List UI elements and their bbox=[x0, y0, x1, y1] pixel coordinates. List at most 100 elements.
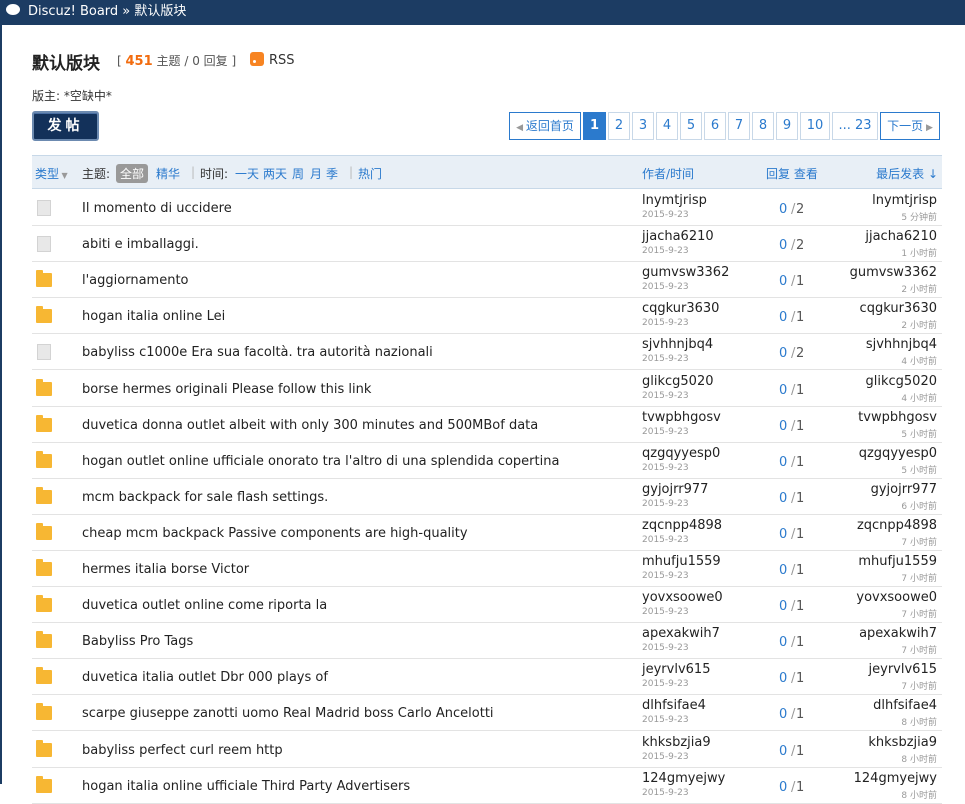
thread-row[interactable]: l'aggiornamento gumvsw3362 2015-9-23 0/1 gum… bbox=[32, 262, 942, 299]
last-poster[interactable]: gyjojrr977 bbox=[871, 482, 937, 497]
thread-author[interactable]: 124gmyejwy bbox=[642, 771, 725, 786]
last-post-time[interactable]: 7 小时前 bbox=[901, 535, 937, 548]
thread-row[interactable]: abiti e imballaggi. jjacha6210 2015-9-23 0/… bbox=[32, 226, 942, 263]
last-post-time[interactable]: 8 小时前 bbox=[901, 715, 937, 728]
thread-row[interactable]: duvetica outlet online come riporta la yo… bbox=[32, 587, 942, 624]
last-post-time[interactable]: 5 分钟前 bbox=[901, 210, 937, 223]
thread-row[interactable]: duvetica italia outlet Dbr 000 plays of j… bbox=[32, 659, 942, 696]
last-poster[interactable]: khksbzjia9 bbox=[868, 735, 937, 750]
thread-author[interactable]: zqcnpp4898 bbox=[642, 518, 722, 533]
thread-row[interactable]: babyliss perfect curl reem http khksbzjia… bbox=[32, 732, 942, 768]
sort-reply-view[interactable]: 回复 查看 bbox=[766, 165, 818, 182]
last-poster[interactable]: tvwpbhgosv bbox=[858, 410, 937, 425]
filter-month[interactable]: 月 bbox=[310, 165, 322, 182]
thread-row[interactable]: mcm backpack for sale flash settings. gyj… bbox=[32, 479, 942, 515]
page-6[interactable]: 6 bbox=[704, 112, 726, 140]
last-poster[interactable]: lnymtjrisp bbox=[872, 193, 937, 208]
last-post-time[interactable]: 2 小时前 bbox=[901, 282, 937, 295]
thread-row[interactable]: hogan outlet online ufficiale onorato tr… bbox=[32, 443, 942, 479]
last-post-time[interactable]: 7 小时前 bbox=[901, 679, 937, 692]
page-7[interactable]: 7 bbox=[728, 112, 750, 140]
thread-author[interactable]: qzgqyyesp0 bbox=[642, 446, 720, 461]
last-poster[interactable]: dlhfsifae4 bbox=[873, 698, 937, 713]
filter-one-day[interactable]: 一天 bbox=[235, 165, 259, 182]
thread-subject[interactable]: Il momento di uccidere bbox=[82, 201, 232, 216]
breadcrumb-current[interactable]: 默认版块 bbox=[134, 4, 186, 19]
thread-row[interactable]: hogan italia online ufficiale Third Part… bbox=[32, 768, 942, 804]
last-poster[interactable]: gumvsw3362 bbox=[850, 265, 937, 280]
thread-author[interactable]: jjacha6210 bbox=[642, 229, 714, 244]
page-3[interactable]: 3 bbox=[632, 112, 654, 140]
filter-season[interactable]: 季 bbox=[326, 165, 338, 182]
page-9[interactable]: 9 bbox=[776, 112, 798, 140]
thread-row[interactable]: borse hermes originali Please follow thi… bbox=[32, 371, 942, 407]
thread-row[interactable]: duvetica donna outlet albeit with only 3… bbox=[32, 407, 942, 443]
page-4[interactable]: 4 bbox=[656, 112, 678, 140]
thread-author[interactable]: sjvhhnjbq4 bbox=[642, 337, 713, 352]
thread-author[interactable]: jeyrvlv615 bbox=[642, 662, 710, 677]
sort-last-post[interactable]: 最后发表 ↓ bbox=[876, 165, 938, 182]
last-poster[interactable]: qzgqyyesp0 bbox=[859, 446, 937, 461]
thread-subject[interactable]: cheap mcm backpack Passive components ar… bbox=[82, 526, 468, 541]
thread-author[interactable]: cqgkur3630 bbox=[642, 301, 719, 316]
thread-subject[interactable]: hermes italia borse Victor bbox=[82, 562, 249, 577]
thread-subject[interactable]: duvetica outlet online come riporta la bbox=[82, 598, 327, 613]
last-post-time[interactable]: 1 小时前 bbox=[901, 246, 937, 259]
thread-subject[interactable]: duvetica italia outlet Dbr 000 plays of bbox=[82, 670, 328, 685]
thread-subject[interactable]: duvetica donna outlet albeit with only 3… bbox=[82, 418, 538, 433]
thread-subject[interactable]: babyliss perfect curl reem http bbox=[82, 743, 283, 758]
last-post-time[interactable]: 4 小时前 bbox=[901, 354, 937, 367]
thread-row[interactable]: Il momento di uccidere lnymtjrisp 2015-9-2… bbox=[32, 190, 942, 226]
filter-hot[interactable]: 热门 bbox=[358, 165, 382, 182]
page-last[interactable]: ... 23 bbox=[832, 112, 878, 140]
last-post-time[interactable]: 7 小时前 bbox=[901, 643, 937, 656]
thread-subject[interactable]: babyliss c1000e Era sua facoltà. tra aut… bbox=[82, 345, 433, 360]
filter-week[interactable]: 周 bbox=[292, 165, 304, 182]
thread-author[interactable]: yovxsoowe0 bbox=[642, 590, 723, 605]
sort-author-time[interactable]: 作者/时间 bbox=[642, 165, 694, 182]
last-post-time[interactable]: 7 小时前 bbox=[901, 571, 937, 584]
thread-subject[interactable]: abiti e imballaggi. bbox=[82, 237, 199, 252]
thread-row[interactable]: hogan italia online Lei cqgkur3630 2015-9-… bbox=[32, 298, 942, 335]
last-poster[interactable]: sjvhhnjbq4 bbox=[866, 337, 937, 352]
thread-author[interactable]: tvwpbhgosv bbox=[642, 410, 721, 425]
thread-subject[interactable]: l'aggiornamento bbox=[82, 273, 189, 288]
thread-row[interactable]: cheap mcm backpack Passive components ar… bbox=[32, 515, 942, 551]
last-post-time[interactable]: 5 小时前 bbox=[901, 463, 937, 476]
thread-subject[interactable]: hogan outlet online ufficiale onorato tr… bbox=[82, 454, 559, 469]
last-post-time[interactable]: 4 小时前 bbox=[901, 391, 937, 404]
breadcrumb-site[interactable]: Discuz! Board bbox=[28, 4, 118, 19]
thread-author[interactable]: dlhfsifae4 bbox=[642, 698, 706, 713]
last-post-time[interactable]: 7 小时前 bbox=[901, 607, 937, 620]
last-poster[interactable]: apexakwih7 bbox=[859, 626, 937, 641]
thread-author[interactable]: gyjojrr977 bbox=[642, 482, 708, 497]
page-2[interactable]: 2 bbox=[608, 112, 630, 140]
page-1[interactable]: 1 bbox=[583, 112, 606, 140]
last-poster[interactable]: cqgkur3630 bbox=[860, 301, 937, 316]
thread-author[interactable]: lnymtjrisp bbox=[642, 193, 707, 208]
last-post-time[interactable]: 6 小时前 bbox=[901, 499, 937, 512]
thread-row[interactable]: hermes italia borse Victor mhufju1559 2015… bbox=[32, 551, 942, 587]
next-page-button[interactable]: 下一页 ▶ bbox=[880, 112, 940, 140]
filter-two-days[interactable]: 两天 bbox=[263, 165, 287, 182]
thread-author[interactable]: glikcg5020 bbox=[642, 374, 714, 389]
thread-subject[interactable]: hogan italia online ufficiale Third Part… bbox=[82, 779, 410, 794]
last-poster[interactable]: zqcnpp4898 bbox=[857, 518, 937, 533]
page-8[interactable]: 8 bbox=[752, 112, 774, 140]
last-post-time[interactable]: 5 小时前 bbox=[901, 427, 937, 440]
back-home-button[interactable]: ◀ 返回首页 bbox=[509, 112, 581, 140]
last-post-time[interactable]: 8 小时前 bbox=[901, 752, 937, 765]
thread-author[interactable]: gumvsw3362 bbox=[642, 265, 729, 280]
thread-subject[interactable]: mcm backpack for sale flash settings. bbox=[82, 490, 328, 505]
thread-row[interactable]: Babyliss Pro Tags apexakwih7 2015-9-23 0/1 a… bbox=[32, 623, 942, 660]
last-poster[interactable]: 124gmyejwy bbox=[854, 771, 937, 786]
thread-author[interactable]: apexakwih7 bbox=[642, 626, 720, 641]
rss-link[interactable]: RSS bbox=[250, 52, 295, 68]
type-filter[interactable]: 类型 ▼ bbox=[35, 165, 68, 182]
page-5[interactable]: 5 bbox=[680, 112, 702, 140]
thread-row[interactable]: babyliss c1000e Era sua facoltà. tra aut… bbox=[32, 334, 942, 371]
page-10[interactable]: 10 bbox=[800, 112, 830, 140]
thread-subject[interactable]: borse hermes originali Please follow thi… bbox=[82, 382, 371, 397]
thread-subject[interactable]: scarpe giuseppe zanotti uomo Real Madrid… bbox=[82, 706, 494, 721]
last-post-time[interactable]: 8 小时前 bbox=[901, 788, 937, 801]
